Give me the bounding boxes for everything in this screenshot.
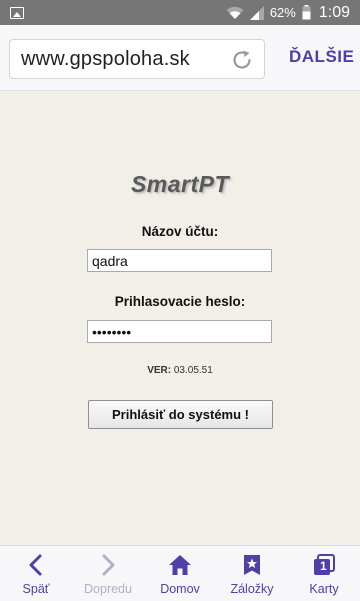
status-bar: 62% 1:09	[0, 0, 360, 25]
version-value: 03.05.51	[173, 365, 213, 376]
tabs-count: 1	[320, 559, 327, 573]
nav-bookmarks-label: Záložky	[230, 582, 274, 596]
gallery-notification-icon	[10, 6, 24, 19]
wifi-icon	[226, 6, 244, 20]
battery-percent: 62%	[269, 5, 296, 20]
login-button[interactable]: Prihlásiť do systému !	[88, 400, 273, 429]
smartpt-logo: SmartPT	[130, 171, 230, 197]
signal-icon	[249, 5, 264, 20]
browser-toolbar: www.gpspoloha.sk ĎALŠIE	[0, 25, 360, 91]
nav-bookmarks[interactable]: Záložky	[216, 546, 288, 601]
status-left	[10, 6, 24, 19]
next-button[interactable]: ĎALŠIE	[289, 47, 354, 67]
clock: 1:09	[318, 3, 350, 21]
home-icon	[168, 554, 192, 576]
address-bar[interactable]: www.gpspoloha.sk	[9, 39, 265, 79]
version-label: VER:	[147, 365, 172, 376]
bottom-navigation: Späť Dopredu Domov Záložky 1 Karty	[0, 545, 360, 601]
nav-back-label: Späť	[22, 582, 50, 596]
nav-home[interactable]: Domov	[144, 546, 216, 601]
account-label: Názov účtu:	[141, 224, 219, 239]
chevron-right-icon	[100, 554, 116, 576]
reload-icon[interactable]	[230, 48, 254, 77]
account-input[interactable]	[87, 249, 272, 272]
nav-forward[interactable]: Dopredu	[72, 546, 144, 601]
password-label: Prihlasovacie heslo:	[114, 294, 246, 309]
version-info: VER: 03.05.51	[0, 365, 360, 376]
nav-tabs[interactable]: 1 Karty	[288, 546, 360, 601]
bookmark-star-icon	[242, 554, 262, 576]
status-right: 62% 1:09	[226, 4, 350, 22]
chevron-left-icon	[28, 554, 44, 576]
page-content: SmartPT Názov účtu: Prihlasovacie heslo:…	[0, 91, 360, 545]
nav-home-label: Domov	[160, 582, 200, 596]
nav-back[interactable]: Späť	[0, 546, 72, 601]
password-input[interactable]	[87, 320, 272, 343]
battery-icon	[302, 5, 311, 20]
nav-forward-label: Dopredu	[84, 582, 132, 596]
nav-tabs-label: Karty	[309, 582, 339, 596]
tabs-icon: 1	[312, 554, 336, 576]
url-text[interactable]: www.gpspoloha.sk	[21, 48, 190, 71]
